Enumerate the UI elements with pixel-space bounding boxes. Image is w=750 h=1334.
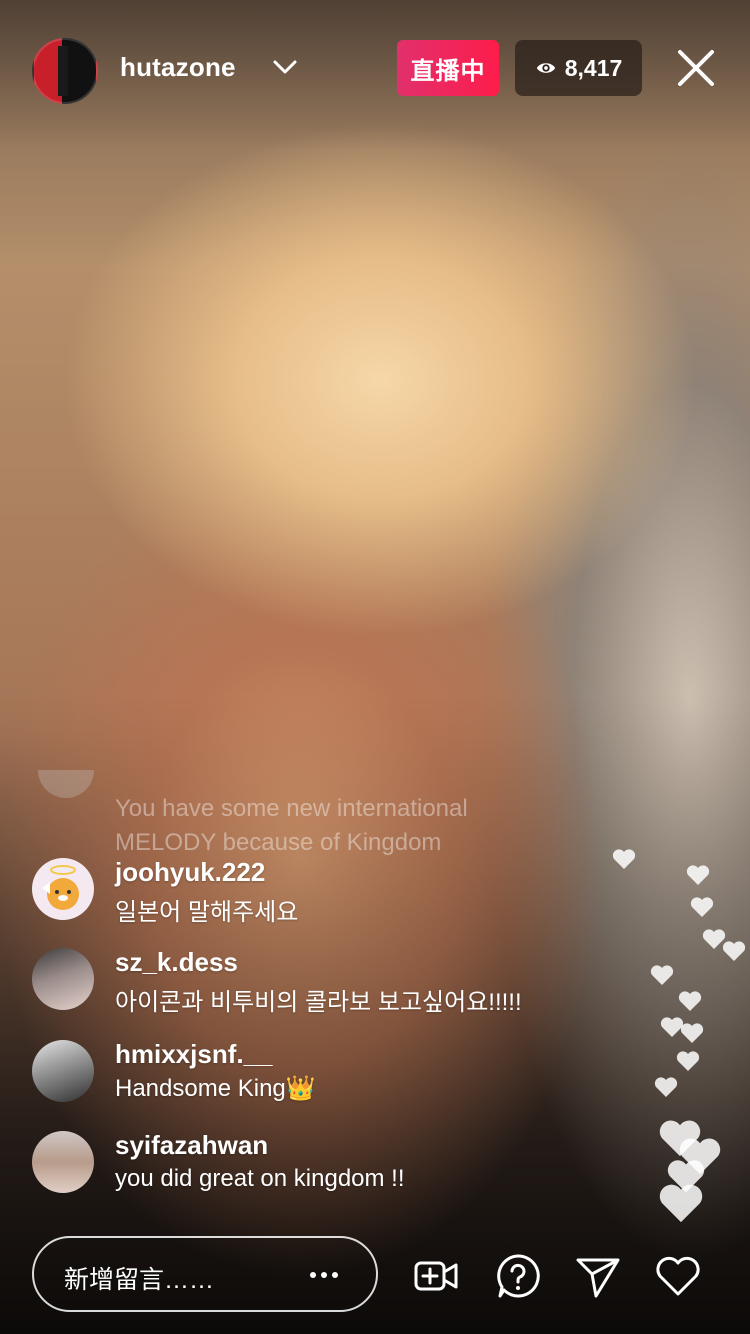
heart-icon xyxy=(676,1051,700,1071)
comment-input[interactable]: 新增留言…… xyxy=(32,1236,378,1312)
live-badge: 直播中 xyxy=(397,40,499,96)
comment-message: Handsome King👑 xyxy=(115,1075,316,1102)
share-button[interactable] xyxy=(574,1252,622,1300)
send-icon xyxy=(576,1258,620,1298)
faded-comment-line1: You have some new international xyxy=(115,795,468,822)
chevron-down-icon[interactable] xyxy=(270,52,300,82)
question-icon xyxy=(497,1254,540,1298)
comment-username[interactable]: joohyuk.222 xyxy=(115,857,265,888)
avatar[interactable] xyxy=(32,948,94,1010)
faded-comment-line2: MELODY because of Kingdom xyxy=(115,829,442,856)
heart-icon xyxy=(659,1184,703,1223)
heart-icon xyxy=(686,865,710,885)
avatar[interactable] xyxy=(32,858,94,920)
floating-hearts xyxy=(600,840,750,1240)
like-button[interactable] xyxy=(654,1252,702,1300)
question-button[interactable] xyxy=(494,1252,542,1300)
eye-icon xyxy=(536,63,555,73)
heart-icon xyxy=(678,991,702,1011)
live-header: hutazone 直播中 8,417 xyxy=(32,38,718,104)
heart-icon xyxy=(722,941,746,961)
viewer-count-badge[interactable]: 8,417 xyxy=(515,40,642,96)
live-footer: 新增留言…… xyxy=(32,1236,718,1316)
heart-icon xyxy=(690,897,714,917)
avatar[interactable] xyxy=(32,1131,94,1193)
heart-icon xyxy=(680,1023,704,1043)
cartoon-lion-avatar-icon xyxy=(42,865,79,910)
more-dots-icon[interactable] xyxy=(310,1272,338,1278)
host-username[interactable]: hutazone xyxy=(120,52,236,83)
avatar[interactable] xyxy=(32,1040,94,1102)
heart-icon xyxy=(656,1256,700,1296)
viewer-count: 8,417 xyxy=(564,54,623,81)
host-avatar[interactable] xyxy=(32,38,98,104)
comment-message: 아이콘과 비투비의 콜라보 보고싶어요!!!!! xyxy=(115,989,522,1016)
video-add-button[interactable] xyxy=(412,1252,460,1300)
comment-message: you did great on kingdom !! xyxy=(115,1165,405,1192)
heart-icon xyxy=(654,1077,678,1097)
heart-icon xyxy=(612,849,636,869)
comment-username[interactable]: syifazahwan xyxy=(115,1130,268,1161)
comment-placeholder: 新增留言…… xyxy=(64,1266,215,1294)
close-icon[interactable] xyxy=(674,46,718,90)
heart-icon xyxy=(650,965,674,985)
video-add-icon xyxy=(414,1261,458,1291)
comment-message: 일본어 말해주세요 xyxy=(115,899,299,926)
comment-username[interactable]: hmixxjsnf.__ xyxy=(115,1039,273,1070)
comment-username[interactable]: sz_k.dess xyxy=(115,947,238,978)
